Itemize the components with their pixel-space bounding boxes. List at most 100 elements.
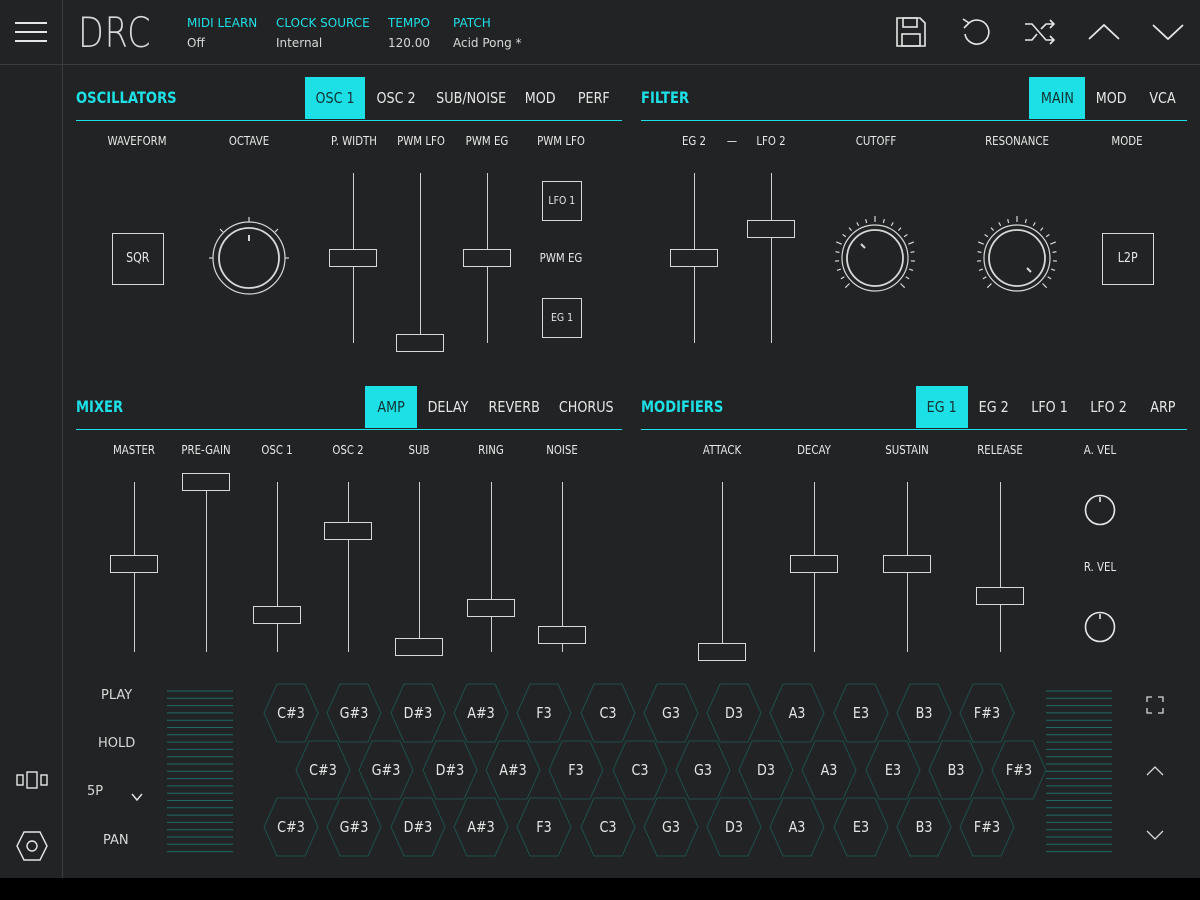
- p-width-slider-handle[interactable]: [329, 249, 377, 267]
- hex-key[interactable]: D3: [706, 797, 762, 857]
- tab-sub-noise[interactable]: SUB/NOISE: [430, 77, 510, 119]
- menu-icon[interactable]: [14, 20, 48, 48]
- tab-amp[interactable]: AMP: [365, 386, 417, 428]
- r-vel-knob[interactable]: [1084, 611, 1116, 647]
- waveform-button[interactable]: SQR: [112, 233, 164, 285]
- filter-lfo2-slider-handle[interactable]: [747, 220, 795, 239]
- hex-key[interactable]: B3: [896, 683, 952, 743]
- chevron-down-icon[interactable]: [131, 787, 143, 806]
- mixer-channel-slider-handle[interactable]: [538, 626, 586, 644]
- hex-key[interactable]: F#3: [991, 740, 1047, 800]
- hex-key[interactable]: E3: [833, 797, 889, 857]
- pitch-bend-strip[interactable]: [167, 688, 233, 862]
- hex-key[interactable]: G#3: [326, 683, 382, 743]
- hex-key[interactable]: D#3: [422, 740, 478, 800]
- hex-key[interactable]: F3: [516, 683, 572, 743]
- voice-mode-select[interactable]: 5P: [87, 784, 103, 799]
- pwm-lfo-slider-handle[interactable]: [396, 334, 444, 352]
- hex-key[interactable]: C3: [579, 683, 636, 743]
- patch-value[interactable]: Acid Pong *: [453, 36, 522, 50]
- chevron-down-icon[interactable]: [1152, 22, 1184, 46]
- tab-chorus[interactable]: CHORUS: [552, 386, 620, 428]
- envelope-stage-slider-handle[interactable]: [698, 643, 746, 661]
- hex-key[interactable]: C#3: [263, 797, 319, 857]
- hex-key[interactable]: E3: [833, 683, 889, 743]
- hex-key[interactable]: G#3: [358, 740, 414, 800]
- hex-key[interactable]: A3: [769, 797, 825, 857]
- hex-key[interactable]: D3: [738, 740, 794, 800]
- tab-vca[interactable]: VCA: [1140, 77, 1184, 119]
- tab-filter-mod[interactable]: MOD: [1090, 77, 1132, 119]
- tab-arp[interactable]: ARP: [1142, 386, 1184, 428]
- tempo-value[interactable]: 120.00: [388, 36, 430, 50]
- octave-knob[interactable]: [204, 213, 294, 307]
- hex-key[interactable]: G3: [643, 683, 699, 743]
- tab-reverb[interactable]: REVERB: [482, 386, 546, 428]
- tab-lfo-1[interactable]: LFO 1: [1024, 386, 1076, 428]
- a-vel-knob[interactable]: [1084, 494, 1116, 530]
- hex-key[interactable]: G3: [675, 740, 731, 800]
- layout-switch-icon[interactable]: [16, 770, 48, 794]
- hex-key[interactable]: F#3: [959, 797, 1015, 857]
- hold-button[interactable]: HOLD: [98, 736, 135, 751]
- hex-key[interactable]: B3: [896, 797, 952, 857]
- settings-hex-icon[interactable]: [16, 830, 48, 866]
- hex-key[interactable]: A3: [769, 683, 825, 743]
- octave-down-icon[interactable]: [1146, 826, 1164, 845]
- play-button[interactable]: PLAY: [101, 688, 132, 703]
- clock-source-value[interactable]: Internal: [276, 36, 322, 50]
- pwm-source-lfo1-button[interactable]: LFO 1: [542, 181, 582, 221]
- hex-key[interactable]: F#3: [959, 683, 1015, 743]
- hex-key[interactable]: G3: [643, 797, 699, 857]
- save-icon[interactable]: [895, 16, 927, 52]
- mixer-channel-slider-handle[interactable]: [253, 605, 301, 624]
- filter-eg2-slider-handle[interactable]: [670, 249, 718, 267]
- hex-key[interactable]: C#3: [263, 683, 319, 743]
- envelope-stage-slider-handle[interactable]: [883, 554, 931, 573]
- hex-key[interactable]: A#3: [453, 797, 509, 857]
- mod-wheel-strip[interactable]: [1046, 688, 1112, 862]
- shuffle-icon[interactable]: [1024, 18, 1056, 50]
- midi-learn-value[interactable]: Off: [187, 36, 205, 50]
- fullscreen-icon[interactable]: [1146, 696, 1164, 718]
- tab-lfo-2[interactable]: LFO 2: [1083, 386, 1135, 428]
- chevron-up-icon[interactable]: [1088, 22, 1120, 46]
- tab-osc-2[interactable]: OSC 2: [368, 77, 424, 119]
- mixer-channel-slider-handle[interactable]: [182, 473, 230, 491]
- tab-perf[interactable]: PERF: [570, 77, 618, 119]
- hex-key[interactable]: D#3: [390, 797, 446, 857]
- hex-key[interactable]: D#3: [390, 683, 446, 743]
- filter-mode-button[interactable]: L2P: [1102, 233, 1154, 285]
- tab-filter-main[interactable]: MAIN: [1029, 77, 1085, 119]
- hex-key[interactable]: E3: [865, 740, 921, 800]
- tab-eg-1[interactable]: EG 1: [916, 386, 968, 428]
- envelope-stage-slider-handle[interactable]: [976, 586, 1024, 605]
- resonance-knob[interactable]: [972, 213, 1062, 307]
- mixer-channel-slider-handle[interactable]: [395, 637, 443, 656]
- pwm-eg-slider-handle[interactable]: [463, 249, 511, 267]
- hex-key[interactable]: C#3: [295, 740, 351, 800]
- tab-osc-1[interactable]: OSC 1: [305, 77, 365, 119]
- hex-key[interactable]: G#3: [326, 797, 382, 857]
- mixer-channel-slider-handle[interactable]: [110, 554, 158, 573]
- pwm-source-eg1-button[interactable]: EG 1: [542, 298, 582, 338]
- pan-button[interactable]: PAN: [103, 833, 129, 848]
- octave-up-icon[interactable]: [1146, 762, 1164, 781]
- hex-key[interactable]: F3: [548, 740, 604, 800]
- hex-key[interactable]: C3: [579, 797, 636, 857]
- hex-key[interactable]: C3: [611, 740, 668, 800]
- envelope-stage-slider-handle[interactable]: [790, 554, 838, 573]
- hex-key[interactable]: D3: [706, 683, 762, 743]
- cutoff-knob[interactable]: [830, 213, 920, 307]
- undo-icon[interactable]: [960, 16, 992, 52]
- hex-key[interactable]: B3: [928, 740, 984, 800]
- hex-key[interactable]: F3: [516, 797, 572, 857]
- tab-delay[interactable]: DELAY: [422, 386, 474, 428]
- tab-eg-2[interactable]: EG 2: [972, 386, 1016, 428]
- hex-key[interactable]: A#3: [485, 740, 541, 800]
- mixer-channel-slider-handle[interactable]: [467, 598, 515, 617]
- tab-osc-mod[interactable]: MOD: [516, 77, 564, 119]
- hex-key[interactable]: A#3: [453, 683, 509, 743]
- mixer-channel-slider-handle[interactable]: [324, 522, 372, 541]
- hex-key[interactable]: A3: [801, 740, 857, 800]
